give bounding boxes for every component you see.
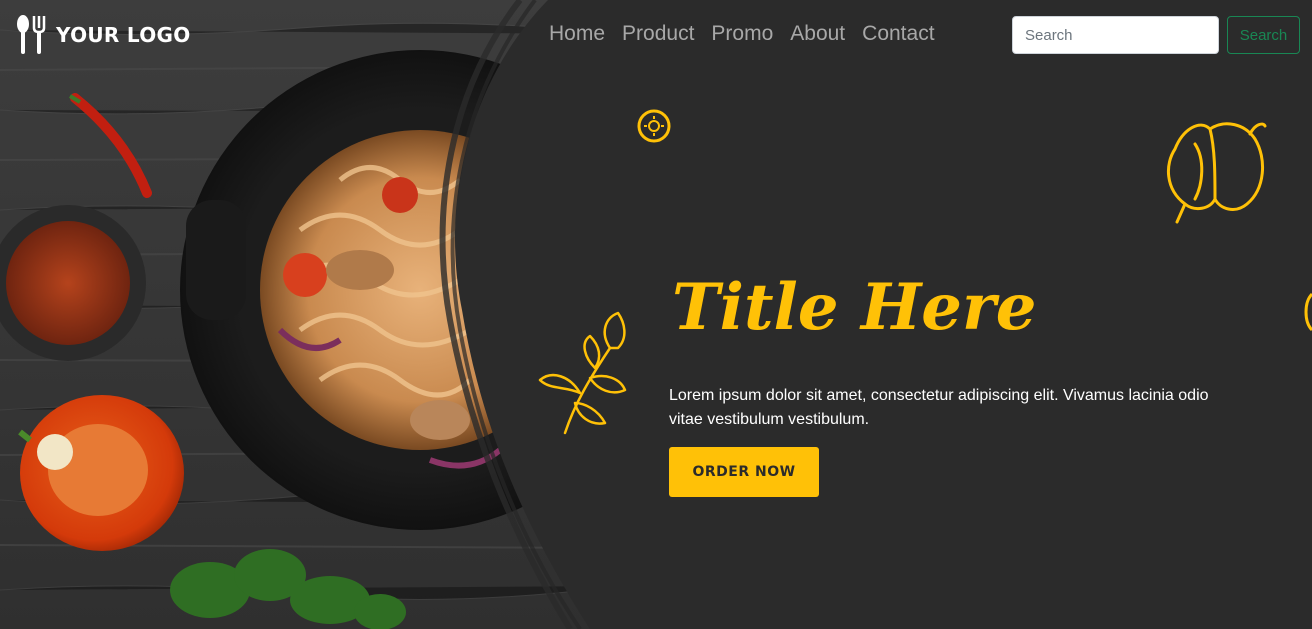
search-input[interactable] [1012,16,1219,54]
partial-doodle-icon [1304,292,1312,332]
nav-contact[interactable]: Contact [862,22,934,46]
nav-product[interactable]: Product [622,22,694,46]
order-now-button[interactable]: ORDER NOW [669,447,819,497]
main-nav: Home Product Promo About Contact [549,22,952,46]
parsley-doodle-icon [538,311,627,435]
nav-promo[interactable]: Promo [711,22,773,46]
logo-text: YOUR LOGO [56,23,191,47]
search-button[interactable]: Search [1227,16,1300,54]
pepper-doodle-icon [1166,122,1267,224]
hero-description: Lorem ipsum dolor sit amet, consectetur … [669,387,1209,428]
utensils-icon [17,15,46,54]
logo[interactable]: YOUR LOGO [14,14,191,56]
hero-section: YOUR LOGO Home Product Promo About Conta… [0,0,1312,629]
nav-about[interactable]: About [790,22,845,46]
hero-title: Title Here [672,270,1037,345]
nav-home[interactable]: Home [549,22,605,46]
hero-food-image [0,0,620,629]
sun-doodle-icon [637,109,671,143]
